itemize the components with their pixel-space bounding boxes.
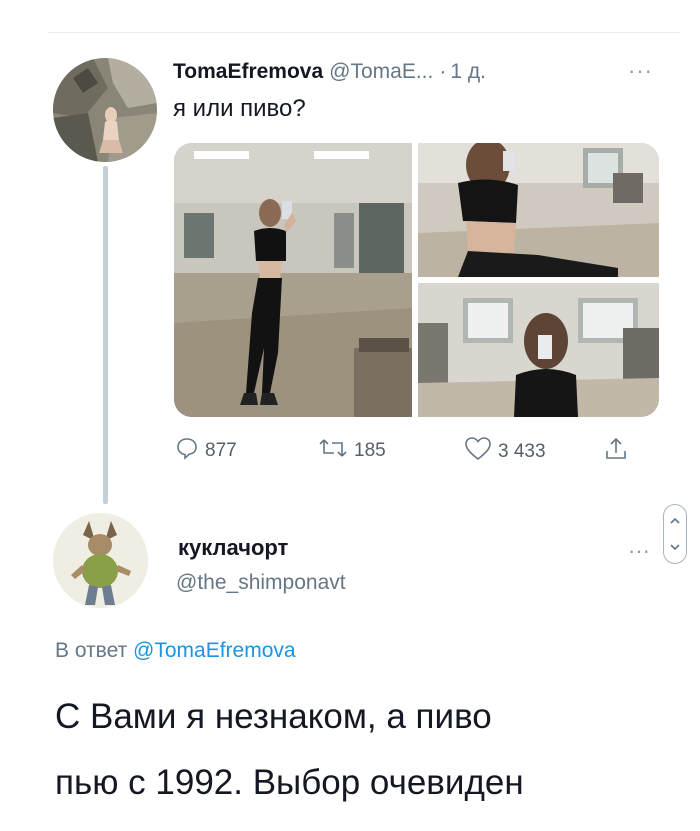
reply-author-handle[interactable]: @the_shimponavt <box>176 571 346 595</box>
reply-button[interactable]: 877 <box>175 436 237 466</box>
chevron-down-icon <box>670 544 680 551</box>
media-photo-2[interactable] <box>418 143 659 277</box>
reply-text: С Вами я незнаком, а пиво пью с 1992. Вы… <box>55 684 675 816</box>
retweet-count: 185 <box>354 440 386 461</box>
reply-text-line-2: пью с 1992. Выбор очевиден <box>55 763 524 802</box>
heart-icon <box>464 436 498 468</box>
reply-to-label: В ответ <box>55 639 128 662</box>
media-photo-1[interactable] <box>174 143 412 417</box>
like-count: 3 433 <box>498 441 546 462</box>
reply-to-mention-link[interactable]: @TomaEfremova <box>133 639 296 662</box>
reply-author-name[interactable]: куклачорт <box>178 535 288 561</box>
retweet-button[interactable]: 185 <box>318 436 386 466</box>
reply-author-avatar[interactable] <box>53 513 148 608</box>
like-button[interactable]: 3 433 <box>464 436 546 468</box>
author-avatar[interactable] <box>53 58 157 162</box>
top-divider <box>48 32 680 33</box>
tweet-actions: 877 185 3 433 <box>0 436 700 472</box>
tweet-media-grid <box>174 143 659 417</box>
chevron-up-icon <box>670 517 680 524</box>
tweet-time[interactable]: 1 д. <box>450 60 486 84</box>
separator-dot: · <box>439 60 447 83</box>
share-icon <box>604 436 634 468</box>
share-button[interactable] <box>604 436 634 468</box>
reply-count: 877 <box>205 440 237 461</box>
media-photo-3[interactable] <box>418 283 659 417</box>
author-handle[interactable]: @TomaE... <box>329 60 433 84</box>
comment-icon <box>175 436 205 466</box>
retweet-icon <box>318 436 354 466</box>
reply-text-line-1: С Вами я незнаком, а пиво <box>55 697 492 736</box>
more-options-button[interactable]: ··· <box>628 58 653 84</box>
tweet-text: я или пиво? <box>173 95 306 122</box>
scroll-indicator[interactable] <box>663 504 687 564</box>
tweet-header: TomaEfremova @TomaE... · 1 д. <box>173 60 486 84</box>
author-name[interactable]: TomaEfremova <box>173 60 323 84</box>
reply-context: В ответ @TomaEfremova <box>55 639 296 663</box>
reply-more-options-button[interactable]: ··· <box>628 538 650 564</box>
